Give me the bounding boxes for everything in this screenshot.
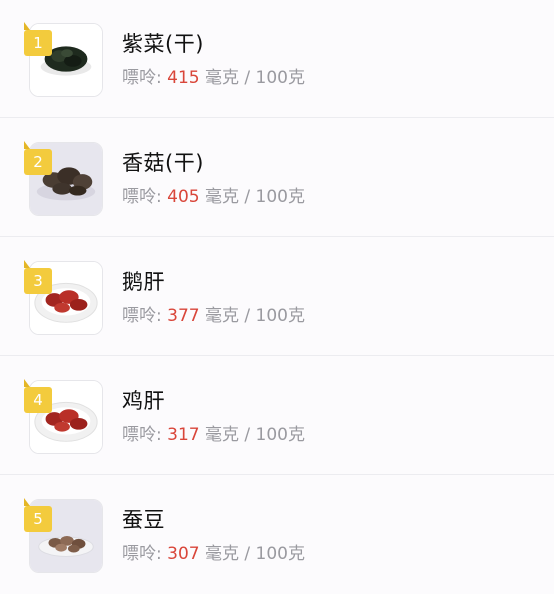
purine-label: 嘌呤: <box>122 306 162 326</box>
purine-value: 405 <box>167 187 200 207</box>
list-item[interactable]: 1 紫菜(干) 嘌呤: 415 毫克 / 100克 <box>0 0 554 118</box>
purine-detail: 嘌呤: 307 毫克 / 100克 <box>122 539 305 564</box>
purine-value: 415 <box>167 68 200 88</box>
purine-detail: 嘌呤: 377 毫克 / 100克 <box>122 301 305 326</box>
purine-value: 307 <box>167 544 200 564</box>
purine-unit: 毫克 / 100克 <box>205 306 305 326</box>
purine-label: 嘌呤: <box>122 187 162 207</box>
food-name: 蚕豆 <box>122 508 165 532</box>
food-name: 鸡肝 <box>122 389 165 413</box>
purine-unit: 毫克 / 100克 <box>205 544 305 564</box>
rank-badge: 4 <box>24 379 52 413</box>
purine-label: 嘌呤: <box>122 68 162 88</box>
rank-badge: 2 <box>24 141 52 175</box>
purine-detail: 嘌呤: 317 毫克 / 100克 <box>122 420 305 445</box>
purine-label: 嘌呤: <box>122 425 162 445</box>
rank-badge: 3 <box>24 260 52 294</box>
purine-detail: 嘌呤: 415 毫克 / 100克 <box>122 63 305 88</box>
list-item[interactable]: 3 鹅肝 嘌呤: 377 毫克 / 100克 <box>0 238 554 356</box>
purine-unit: 毫克 / 100克 <box>205 187 305 207</box>
food-purine-list: 1 紫菜(干) 嘌呤: 415 毫克 / 100克 2 香菇(干) 嘌呤: 40… <box>0 0 554 592</box>
rank-badge: 5 <box>24 498 52 532</box>
purine-value: 317 <box>167 425 200 445</box>
purine-label: 嘌呤: <box>122 544 162 564</box>
food-name: 鹅肝 <box>122 270 165 294</box>
purine-unit: 毫克 / 100克 <box>205 425 305 445</box>
food-name: 紫菜(干) <box>122 32 204 56</box>
food-name: 香菇(干) <box>122 151 204 175</box>
rank-badge: 1 <box>24 22 52 56</box>
purine-detail: 嘌呤: 405 毫克 / 100克 <box>122 182 305 207</box>
list-item[interactable]: 4 鸡肝 嘌呤: 317 毫克 / 100克 <box>0 357 554 475</box>
purine-value: 377 <box>167 306 200 326</box>
list-item[interactable]: 2 香菇(干) 嘌呤: 405 毫克 / 100克 <box>0 119 554 237</box>
purine-unit: 毫克 / 100克 <box>205 68 305 88</box>
list-item[interactable]: 5 蚕豆 嘌呤: 307 毫克 / 100克 <box>0 476 554 594</box>
